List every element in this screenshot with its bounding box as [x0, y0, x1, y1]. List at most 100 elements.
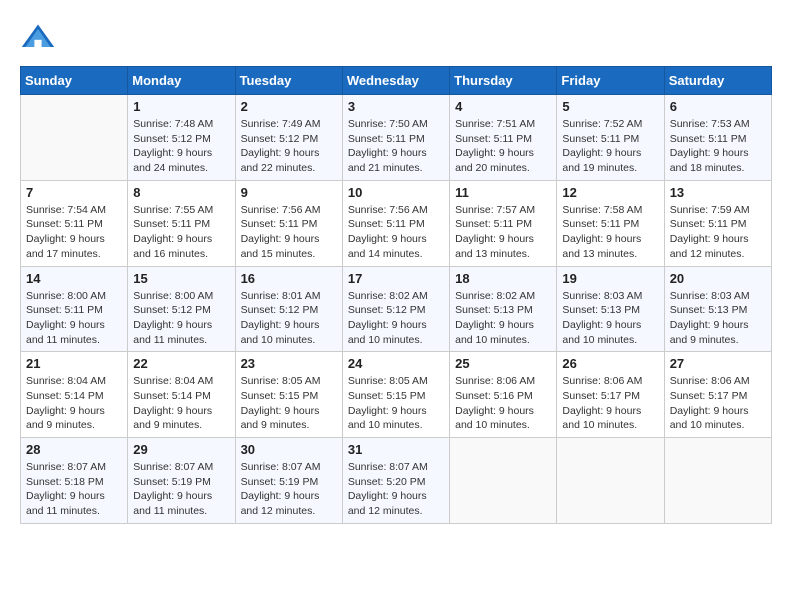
day-info: Sunrise: 8:05 AM Sunset: 5:15 PM Dayligh…	[348, 374, 444, 433]
day-number: 23	[241, 356, 337, 371]
day-cell: 12 Sunrise: 7:58 AM Sunset: 5:11 PM Dayli…	[557, 180, 664, 266]
day-info: Sunrise: 8:04 AM Sunset: 5:14 PM Dayligh…	[133, 374, 229, 433]
header-day-saturday: Saturday	[664, 67, 771, 95]
day-cell: 25 Sunrise: 8:06 AM Sunset: 5:16 PM Dayli…	[450, 352, 557, 438]
logo-icon	[20, 20, 56, 56]
day-number: 2	[241, 99, 337, 114]
day-info: Sunrise: 8:02 AM Sunset: 5:13 PM Dayligh…	[455, 289, 551, 348]
header-day-wednesday: Wednesday	[342, 67, 449, 95]
day-cell: 10 Sunrise: 7:56 AM Sunset: 5:11 PM Dayli…	[342, 180, 449, 266]
day-number: 11	[455, 185, 551, 200]
day-number: 26	[562, 356, 658, 371]
day-cell: 27 Sunrise: 8:06 AM Sunset: 5:17 PM Dayli…	[664, 352, 771, 438]
day-number: 22	[133, 356, 229, 371]
day-cell: 18Sunrise: 8:02 AM Sunset: 5:13 PM Dayli…	[450, 266, 557, 352]
day-info: Sunrise: 7:53 AM Sunset: 5:11 PM Dayligh…	[670, 117, 766, 176]
day-number: 25	[455, 356, 551, 371]
day-info: Sunrise: 8:02 AM Sunset: 5:12 PM Dayligh…	[348, 289, 444, 348]
day-cell	[450, 438, 557, 524]
day-info: Sunrise: 7:57 AM Sunset: 5:11 PM Dayligh…	[455, 203, 551, 262]
day-cell	[21, 95, 128, 181]
header-day-monday: Monday	[128, 67, 235, 95]
day-number: 17	[348, 271, 444, 286]
day-cell: 8 Sunrise: 7:55 AM Sunset: 5:11 PM Daylig…	[128, 180, 235, 266]
day-cell: 14Sunrise: 8:00 AM Sunset: 5:11 PM Dayli…	[21, 266, 128, 352]
day-cell: 28 Sunrise: 8:07 AM Sunset: 5:18 PM Dayli…	[21, 438, 128, 524]
day-cell: 1Sunrise: 7:48 AM Sunset: 5:12 PM Daylig…	[128, 95, 235, 181]
calendar-body: 1Sunrise: 7:48 AM Sunset: 5:12 PM Daylig…	[21, 95, 772, 524]
day-info: Sunrise: 8:05 AM Sunset: 5:15 PM Dayligh…	[241, 374, 337, 433]
day-info: Sunrise: 8:01 AM Sunset: 5:12 PM Dayligh…	[241, 289, 337, 348]
day-info: Sunrise: 8:04 AM Sunset: 5:14 PM Dayligh…	[26, 374, 122, 433]
day-info: Sunrise: 8:03 AM Sunset: 5:13 PM Dayligh…	[562, 289, 658, 348]
day-cell: 5 Sunrise: 7:52 AM Sunset: 5:11 PM Daylig…	[557, 95, 664, 181]
day-info: Sunrise: 8:03 AM Sunset: 5:13 PM Dayligh…	[670, 289, 766, 348]
day-info: Sunrise: 8:06 AM Sunset: 5:17 PM Dayligh…	[670, 374, 766, 433]
day-info: Sunrise: 7:54 AM Sunset: 5:11 PM Dayligh…	[26, 203, 122, 262]
day-info: Sunrise: 8:07 AM Sunset: 5:18 PM Dayligh…	[26, 460, 122, 519]
day-cell: 30Sunrise: 8:07 AM Sunset: 5:19 PM Dayli…	[235, 438, 342, 524]
day-info: Sunrise: 8:06 AM Sunset: 5:16 PM Dayligh…	[455, 374, 551, 433]
header-day-sunday: Sunday	[21, 67, 128, 95]
week-row-4: 21 Sunrise: 8:04 AM Sunset: 5:14 PM Dayli…	[21, 352, 772, 438]
day-number: 21	[26, 356, 122, 371]
page-header	[20, 20, 772, 56]
day-number: 19	[562, 271, 658, 286]
day-cell: 11 Sunrise: 7:57 AM Sunset: 5:11 PM Dayli…	[450, 180, 557, 266]
day-number: 3	[348, 99, 444, 114]
day-number: 31	[348, 442, 444, 457]
day-number: 7	[26, 185, 122, 200]
header-row: SundayMondayTuesdayWednesdayThursdayFrid…	[21, 67, 772, 95]
day-info: Sunrise: 8:07 AM Sunset: 5:19 PM Dayligh…	[133, 460, 229, 519]
day-number: 15	[133, 271, 229, 286]
day-number: 6	[670, 99, 766, 114]
day-number: 28	[26, 442, 122, 457]
day-number: 16	[241, 271, 337, 286]
day-info: Sunrise: 7:56 AM Sunset: 5:11 PM Dayligh…	[348, 203, 444, 262]
day-number: 29	[133, 442, 229, 457]
day-cell: 13Sunrise: 7:59 AM Sunset: 5:11 PM Dayli…	[664, 180, 771, 266]
logo	[20, 20, 62, 56]
day-cell: 31 Sunrise: 8:07 AM Sunset: 5:20 PM Dayli…	[342, 438, 449, 524]
day-cell: 29 Sunrise: 8:07 AM Sunset: 5:19 PM Dayli…	[128, 438, 235, 524]
day-info: Sunrise: 7:49 AM Sunset: 5:12 PM Dayligh…	[241, 117, 337, 176]
day-info: Sunrise: 7:58 AM Sunset: 5:11 PM Dayligh…	[562, 203, 658, 262]
day-info: Sunrise: 7:56 AM Sunset: 5:11 PM Dayligh…	[241, 203, 337, 262]
day-info: Sunrise: 8:06 AM Sunset: 5:17 PM Dayligh…	[562, 374, 658, 433]
day-info: Sunrise: 7:48 AM Sunset: 5:12 PM Dayligh…	[133, 117, 229, 176]
day-info: Sunrise: 7:52 AM Sunset: 5:11 PM Dayligh…	[562, 117, 658, 176]
day-number: 10	[348, 185, 444, 200]
day-info: Sunrise: 7:50 AM Sunset: 5:11 PM Dayligh…	[348, 117, 444, 176]
day-cell: 7 Sunrise: 7:54 AM Sunset: 5:11 PM Daylig…	[21, 180, 128, 266]
day-cell: 26 Sunrise: 8:06 AM Sunset: 5:17 PM Dayli…	[557, 352, 664, 438]
day-number: 4	[455, 99, 551, 114]
week-row-5: 28 Sunrise: 8:07 AM Sunset: 5:18 PM Dayli…	[21, 438, 772, 524]
day-cell: 16 Sunrise: 8:01 AM Sunset: 5:12 PM Dayli…	[235, 266, 342, 352]
day-cell	[557, 438, 664, 524]
day-cell	[664, 438, 771, 524]
day-cell: 19 Sunrise: 8:03 AM Sunset: 5:13 PM Dayli…	[557, 266, 664, 352]
day-cell: 9 Sunrise: 7:56 AM Sunset: 5:11 PM Daylig…	[235, 180, 342, 266]
header-day-tuesday: Tuesday	[235, 67, 342, 95]
week-row-2: 7 Sunrise: 7:54 AM Sunset: 5:11 PM Daylig…	[21, 180, 772, 266]
day-info: Sunrise: 8:07 AM Sunset: 5:20 PM Dayligh…	[348, 460, 444, 519]
header-day-friday: Friday	[557, 67, 664, 95]
day-cell: 17 Sunrise: 8:02 AM Sunset: 5:12 PM Dayli…	[342, 266, 449, 352]
week-row-3: 14Sunrise: 8:00 AM Sunset: 5:11 PM Dayli…	[21, 266, 772, 352]
day-cell: 22 Sunrise: 8:04 AM Sunset: 5:14 PM Dayli…	[128, 352, 235, 438]
day-number: 5	[562, 99, 658, 114]
day-number: 8	[133, 185, 229, 200]
calendar-table: SundayMondayTuesdayWednesdayThursdayFrid…	[20, 66, 772, 524]
header-day-thursday: Thursday	[450, 67, 557, 95]
day-cell: 15 Sunrise: 8:00 AM Sunset: 5:12 PM Dayli…	[128, 266, 235, 352]
day-number: 20	[670, 271, 766, 286]
day-number: 27	[670, 356, 766, 371]
day-info: Sunrise: 8:00 AM Sunset: 5:11 PM Dayligh…	[26, 289, 122, 348]
day-number: 12	[562, 185, 658, 200]
day-cell: 3 Sunrise: 7:50 AM Sunset: 5:11 PM Daylig…	[342, 95, 449, 181]
day-number: 9	[241, 185, 337, 200]
day-cell: 4Sunrise: 7:51 AM Sunset: 5:11 PM Daylig…	[450, 95, 557, 181]
day-info: Sunrise: 7:55 AM Sunset: 5:11 PM Dayligh…	[133, 203, 229, 262]
day-info: Sunrise: 8:00 AM Sunset: 5:12 PM Dayligh…	[133, 289, 229, 348]
day-info: Sunrise: 8:07 AM Sunset: 5:19 PM Dayligh…	[241, 460, 337, 519]
